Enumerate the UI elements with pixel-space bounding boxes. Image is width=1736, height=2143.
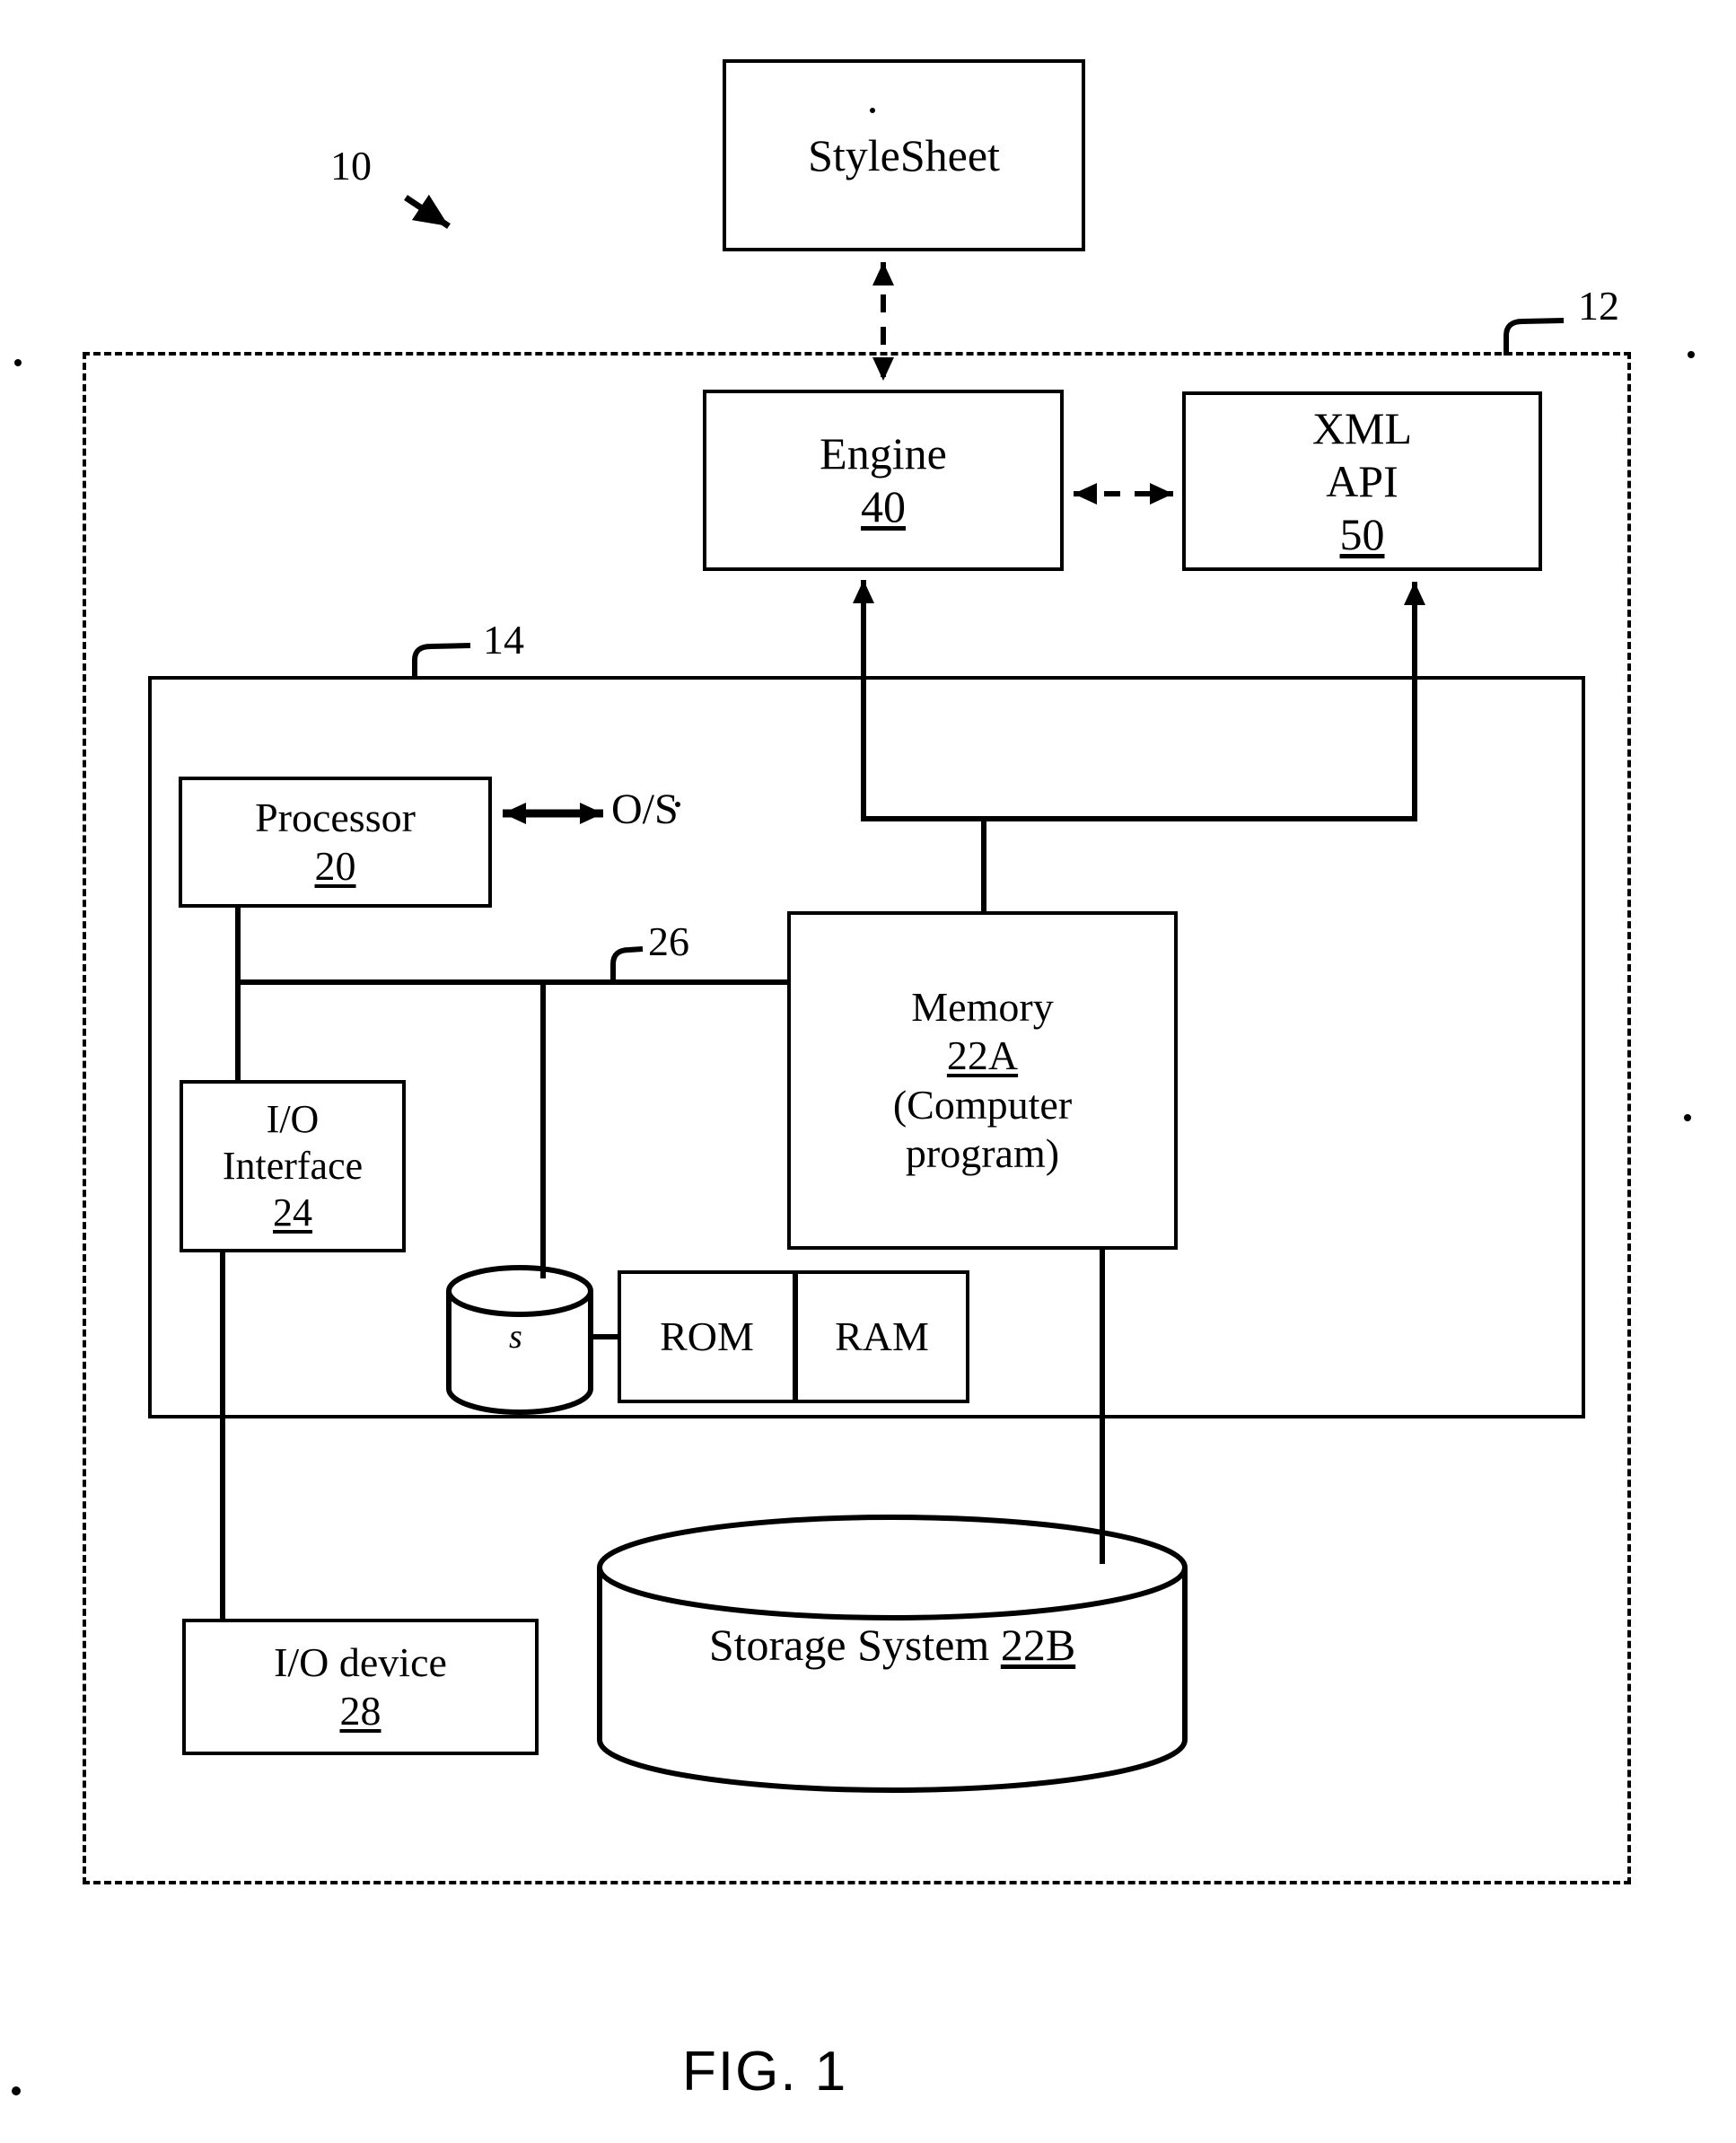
io-interface-block: I/O Interface 24 [180,1080,406,1252]
xml-api-ref: 50 [1339,508,1385,559]
scan-speck [12,2086,21,2095]
engine-ref: 40 [861,481,906,531]
io-device-label: I/O device [274,1638,447,1685]
io-interface-label-line2: Interface [222,1144,364,1189]
io-interface-label-line1: I/O [266,1097,320,1142]
io-interface-ref: 24 [273,1190,312,1234]
engine-label: Engine [820,428,947,479]
rom-block: ROM [618,1270,796,1403]
xml-api-block: XML API 50 [1182,391,1542,571]
ram-block: RAM [794,1270,969,1403]
io-device-ref: 28 [339,1688,381,1734]
memory-ref: 22A [946,1032,1019,1079]
xml-api-label-line1: XML [1311,402,1413,453]
patent-figure-page: 10 StyleSheet 12 Engine 40 XML API 50 14… [0,0,1736,2143]
small-disk-label: s [509,1318,522,1356]
reference-numeral-14: 14 [483,617,524,663]
scan-speck [1684,1114,1691,1121]
reference-numeral-12: 12 [1578,283,1619,329]
figure-caption: FIG. 1 [682,2041,848,2103]
memory-block: Memory 22A (Computer program) [787,911,1178,1250]
storage-system-label: Storage System [708,1620,990,1670]
stylesheet-label: StyleSheet [808,129,1000,180]
memory-sublabel-line2: program) [905,1129,1060,1176]
memory-label: Memory [911,983,1054,1030]
storage-system-label-group: Storage System 22B [600,1616,1185,1674]
xml-api-label-line2: API [1326,455,1398,506]
rom-label: ROM [660,1313,754,1359]
reference-numeral-10: 10 [330,143,372,189]
leader-line-12 [1504,318,1565,356]
io-device-block: I/O device 28 [182,1619,539,1755]
os-label: O/S [611,786,679,833]
leader-arrow-10 [404,194,451,229]
processor-block: Processor 20 [179,777,492,908]
processor-ref: 20 [314,843,356,889]
storage-system-ref: 22B [1000,1620,1076,1670]
processor-label: Processor [255,794,416,840]
engine-block: Engine 40 [703,390,1064,571]
stylesheet-block: StyleSheet [723,59,1085,251]
ram-label: RAM [835,1313,929,1359]
scan-speck [14,359,22,366]
reference-numeral-26: 26 [648,918,689,964]
memory-sublabel-line1: (Computer [892,1081,1073,1128]
scan-speck [1688,351,1695,358]
